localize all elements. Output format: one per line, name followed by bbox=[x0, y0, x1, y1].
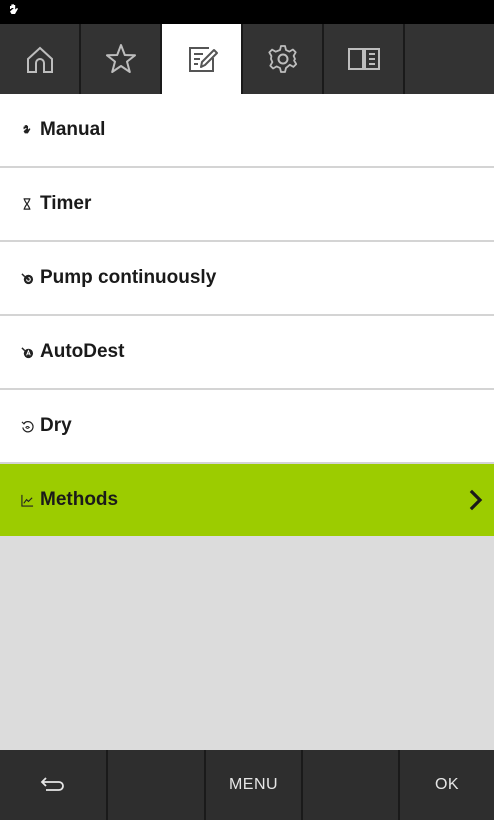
tab-manual[interactable] bbox=[324, 24, 405, 94]
bottom-bar: MENU OK bbox=[0, 750, 494, 820]
menu-item-pump-continuously[interactable]: Pump continuously bbox=[0, 242, 494, 316]
menu-button-label: MENU bbox=[228, 776, 279, 793]
pump-icon bbox=[20, 271, 34, 285]
book-icon bbox=[347, 48, 380, 70]
tab-bar bbox=[0, 24, 494, 94]
edit-icon bbox=[188, 47, 218, 72]
hand-icon bbox=[20, 123, 34, 137]
tab-settings[interactable] bbox=[243, 24, 324, 94]
back-arrow-icon bbox=[40, 777, 64, 791]
ok-button[interactable]: OK bbox=[400, 750, 494, 820]
menu-item-label: Methods bbox=[40, 489, 119, 510]
chevron-right-icon bbox=[469, 489, 483, 511]
menu-list: Manual Timer Pump continuously AutoDest … bbox=[0, 94, 494, 536]
status-bar bbox=[0, 0, 494, 24]
screen: Manual Timer Pump continuously AutoDest … bbox=[0, 0, 494, 820]
star-icon bbox=[105, 44, 136, 73]
tab-favorites[interactable] bbox=[81, 24, 162, 94]
menu-button[interactable]: MENU bbox=[206, 750, 303, 820]
hand-icon bbox=[10, 4, 18, 14]
menu-item-label: Pump continuously bbox=[40, 267, 217, 288]
ok-button-label: OK bbox=[434, 776, 460, 793]
autodest-icon bbox=[20, 345, 34, 359]
menu-item-manual[interactable]: Manual bbox=[0, 94, 494, 168]
home-icon bbox=[26, 46, 53, 73]
hourglass-icon bbox=[20, 197, 34, 211]
menu-item-dry[interactable]: Dry bbox=[0, 390, 494, 464]
menu-item-label: Timer bbox=[40, 193, 92, 214]
menu-item-label: Manual bbox=[40, 119, 106, 140]
menu-item-timer[interactable]: Timer bbox=[0, 168, 494, 242]
menu-item-label: AutoDest bbox=[40, 341, 125, 362]
tab-bar-filler bbox=[405, 24, 494, 94]
menu-item-label: Dry bbox=[40, 415, 72, 436]
gear-icon bbox=[267, 45, 297, 73]
empty-softkey-2[interactable] bbox=[303, 750, 400, 820]
back-button[interactable] bbox=[0, 750, 108, 820]
menu-item-methods[interactable]: Methods bbox=[0, 464, 494, 536]
empty-softkey-1[interactable] bbox=[108, 750, 206, 820]
tab-edit[interactable] bbox=[162, 24, 243, 94]
tab-home[interactable] bbox=[0, 24, 81, 94]
menu-item-autodest[interactable]: AutoDest bbox=[0, 316, 494, 390]
chart-icon bbox=[20, 493, 34, 507]
dry-icon bbox=[20, 419, 34, 433]
